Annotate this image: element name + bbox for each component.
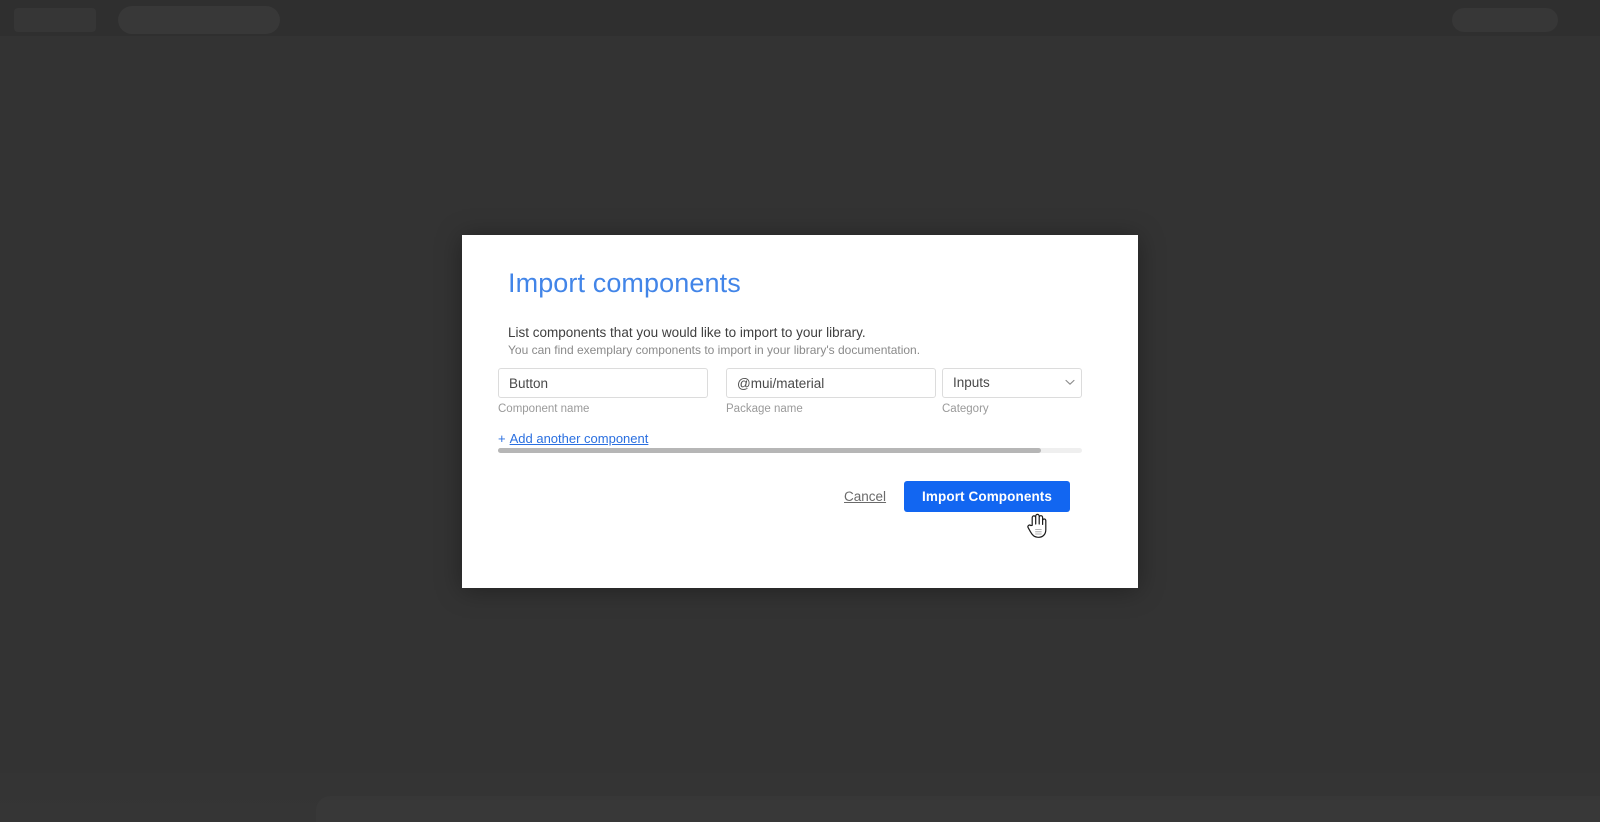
background-search-pill-placeholder <box>118 6 280 34</box>
import-components-button[interactable]: Import Components <box>904 481 1070 512</box>
background-logo-placeholder <box>14 8 96 32</box>
category-select-wrapper: Inputs <box>942 368 1082 398</box>
component-name-helper: Component name <box>498 403 590 415</box>
background-account-button-placeholder <box>1452 8 1558 32</box>
field-group-package-name: Package name <box>726 368 936 415</box>
category-helper: Category <box>942 403 989 415</box>
category-select[interactable]: Inputs <box>942 368 1082 398</box>
dialog-action-bar: Cancel Import Components <box>844 481 1070 512</box>
background-bottom-panel-placeholder <box>316 796 1600 822</box>
component-name-input[interactable] <box>498 368 708 398</box>
horizontal-scrollbar-track[interactable] <box>498 448 1082 453</box>
package-name-input[interactable] <box>726 368 936 398</box>
dialog-title: Import components <box>508 268 741 298</box>
add-another-component-label: Add another component <box>509 431 649 446</box>
field-group-category: Inputs Category <box>942 368 1082 415</box>
cancel-button[interactable]: Cancel <box>844 489 886 504</box>
package-name-helper: Package name <box>726 403 803 415</box>
horizontal-scrollbar-thumb[interactable] <box>498 448 1042 453</box>
dialog-description-secondary: You can find exemplary components to imp… <box>508 343 921 357</box>
dialog-description-primary: List components that you would like to i… <box>508 325 866 340</box>
add-another-component-link[interactable]: + Add another component <box>498 431 648 446</box>
field-group-component-name: Component name <box>498 368 708 415</box>
component-entry-row: Component name Package name Inputs Categ… <box>498 368 1118 418</box>
plus-icon: + <box>498 431 506 446</box>
import-components-dialog: Import components List components that y… <box>462 235 1138 588</box>
